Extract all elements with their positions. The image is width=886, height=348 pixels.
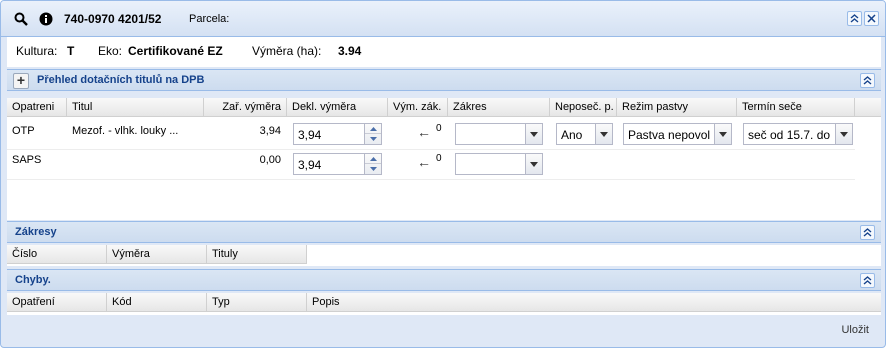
eko-value: Certifikované EZ bbox=[128, 44, 223, 58]
zakresy-grid-header: Číslo Výměra Tituly bbox=[7, 245, 307, 264]
spin-up-icon[interactable] bbox=[365, 154, 381, 164]
row-titul: Mezof. - vlhk. louky ... bbox=[72, 125, 179, 137]
zakresy-panel-header: Zákresy bbox=[7, 221, 881, 243]
zakresy-panel-title: Zákresy bbox=[15, 226, 57, 238]
col-tituly[interactable]: Tituly bbox=[207, 245, 307, 264]
kultura-value: T bbox=[67, 44, 75, 58]
info-icon[interactable] bbox=[39, 12, 53, 26]
row-zar-vymera: 3,94 bbox=[259, 125, 281, 137]
col-vym-zak[interactable]: Vým. zák. bbox=[388, 98, 448, 117]
parcel-code: 740-0970 4201/52 bbox=[64, 12, 162, 26]
col-neposec[interactable]: Neposeč. p. bbox=[550, 98, 617, 117]
kultura-label: Kultura: bbox=[16, 44, 58, 58]
window-footer: Uložit bbox=[7, 317, 881, 343]
search-icon[interactable] bbox=[14, 12, 28, 26]
col-termin-sece[interactable]: Termín seče bbox=[737, 98, 855, 117]
dekl-vymera-value: 3,94 bbox=[298, 128, 322, 142]
chevron-down-icon[interactable] bbox=[595, 124, 612, 144]
col-titul[interactable]: Titul bbox=[67, 98, 204, 117]
save-button[interactable]: Uložit bbox=[841, 324, 869, 336]
collapse-zakresy-button[interactable] bbox=[860, 225, 875, 240]
col-rezim-pastvy[interactable]: Režim pastvy bbox=[617, 98, 737, 117]
chyby-grid: Opatření Kód Typ Popis bbox=[7, 293, 881, 315]
row-divider bbox=[7, 179, 855, 180]
termin-sece-select[interactable]: seč od 15.7. do bbox=[743, 123, 853, 145]
dpb-grid: Opatreni Titul Zař. výměra Dekl. výměra … bbox=[7, 98, 881, 220]
row-opatreni: SAPS bbox=[12, 154, 42, 166]
parcel-window: 740-0970 4201/52 Parcela: Kultura: T Eko… bbox=[0, 0, 886, 348]
eko-label: Eko: bbox=[98, 44, 123, 58]
arrow-left-icon[interactable]: ← bbox=[417, 154, 431, 170]
row-vym-zak: 0 bbox=[436, 153, 442, 164]
add-title-button[interactable]: + bbox=[13, 73, 29, 89]
col-opatreni-chyby[interactable]: Opatření bbox=[7, 293, 107, 312]
dpb-panel-title: Přehled dotačních titulů na DPB bbox=[37, 74, 205, 86]
chyby-grid-header: Opatření Kód Typ Popis bbox=[7, 293, 881, 312]
window-titlebar: 740-0970 4201/52 Parcela: bbox=[1, 1, 885, 37]
row-divider bbox=[7, 149, 855, 150]
dekl-vymera-spinner[interactable] bbox=[364, 124, 381, 144]
chevron-down-icon[interactable] bbox=[835, 124, 852, 144]
vymera-label: Výměra (ha): bbox=[252, 44, 322, 58]
chevron-down-icon[interactable] bbox=[714, 124, 731, 144]
row-zar-vymera: 0,00 bbox=[259, 154, 281, 166]
collapse-window-button[interactable] bbox=[847, 11, 862, 26]
collapse-chyby-button[interactable] bbox=[860, 273, 875, 288]
zakresy-grid: Číslo Výměra Tituly bbox=[7, 245, 881, 266]
vymera-value: 3.94 bbox=[338, 44, 362, 58]
close-window-button[interactable] bbox=[864, 11, 879, 26]
arrow-left-icon[interactable]: ← bbox=[417, 124, 431, 140]
collapse-dpb-button[interactable] bbox=[860, 73, 875, 88]
rezim-pastvy-select[interactable]: Pastva nepovol bbox=[623, 123, 732, 145]
col-zar-vymera[interactable]: Zař. výměra bbox=[204, 98, 287, 117]
col-dekl-vymera[interactable]: Dekl. výměra bbox=[287, 98, 388, 117]
rezim-pastvy-value: Pastva nepovol bbox=[628, 128, 711, 142]
col-vymera[interactable]: Výměra bbox=[107, 245, 207, 264]
zakres-select[interactable] bbox=[455, 153, 543, 175]
col-kod[interactable]: Kód bbox=[107, 293, 207, 312]
neposec-select-value: Ano bbox=[561, 128, 583, 142]
col-opatreni[interactable]: Opatreni bbox=[7, 98, 67, 117]
dekl-vymera-spinner[interactable] bbox=[364, 154, 381, 174]
col-popis[interactable]: Popis bbox=[307, 293, 881, 312]
chyby-panel-title: Chyby. bbox=[15, 274, 51, 286]
dpb-panel-header: + Přehled dotačních titulů na DPB bbox=[7, 69, 881, 91]
col-zakres[interactable]: Zákres bbox=[448, 98, 550, 117]
dekl-vymera-value: 3,94 bbox=[298, 158, 322, 172]
spin-down-icon[interactable] bbox=[365, 134, 381, 144]
termin-sece-value: seč od 15.7. do bbox=[748, 128, 831, 142]
col-typ[interactable]: Typ bbox=[207, 293, 307, 312]
col-cislo[interactable]: Číslo bbox=[7, 245, 107, 264]
chevron-down-icon[interactable] bbox=[525, 154, 542, 174]
neposec-select[interactable]: Ano bbox=[556, 123, 613, 145]
dekl-vymera-field[interactable]: 3,94 bbox=[293, 123, 382, 145]
chyby-panel-header: Chyby. bbox=[7, 269, 881, 291]
zakres-select[interactable] bbox=[455, 123, 543, 145]
row-opatreni: OTP bbox=[12, 125, 35, 137]
parcel-info-row: Kultura: T Eko: Certifikované EZ Výměra … bbox=[7, 37, 881, 67]
dekl-vymera-field[interactable]: 3,94 bbox=[293, 153, 382, 175]
row-vym-zak: 0 bbox=[436, 123, 442, 134]
dpb-grid-header: Opatreni Titul Zař. výměra Dekl. výměra … bbox=[7, 98, 881, 117]
parcela-label: Parcela: bbox=[189, 13, 230, 25]
spin-down-icon[interactable] bbox=[365, 164, 381, 174]
chevron-down-icon[interactable] bbox=[525, 124, 542, 144]
spin-up-icon[interactable] bbox=[365, 124, 381, 134]
